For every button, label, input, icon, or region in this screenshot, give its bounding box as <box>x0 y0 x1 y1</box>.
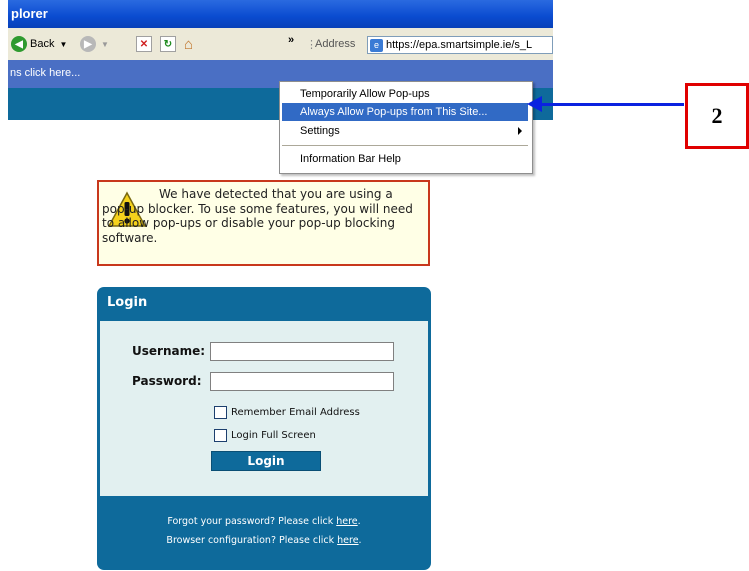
login-full-screen-label: Login Full Screen <box>231 430 316 441</box>
login-button[interactable]: Login <box>211 451 321 471</box>
window-title-bar: plorer <box>8 0 553 28</box>
back-arrow-icon: ◀ <box>11 36 27 52</box>
remember-email-label: Remember Email Address <box>231 407 360 418</box>
forgot-password-period: . <box>357 516 361 527</box>
browser-toolbar: ◀ Back ▼ ▶ ▼ ✕ ↻ ⌂ » ⋮ Address e https:/… <box>8 28 553 61</box>
home-button[interactable]: ⌂ <box>184 35 193 53</box>
menu-item-temporarily-allow[interactable]: Temporarily Allow Pop-ups <box>282 85 528 103</box>
menu-item-information-bar-help[interactable]: Information Bar Help <box>282 150 528 168</box>
address-value: https://epa.smartsimple.ie/s_L <box>386 39 533 51</box>
forgot-password-link[interactable]: here <box>336 516 357 527</box>
menu-item-settings-label: Settings <box>300 125 340 137</box>
forgot-password-line: Forgot your password? Please click here. <box>97 516 431 527</box>
browser-config-line: Browser configuration? Please click here… <box>97 535 431 546</box>
address-bar[interactable]: e https://epa.smartsimple.ie/s_L <box>367 36 553 54</box>
refresh-button[interactable]: ↻ <box>160 35 176 53</box>
stop-button[interactable]: ✕ <box>136 35 152 53</box>
username-label: Username: <box>132 344 206 358</box>
forward-arrow-icon: ▶ <box>80 36 96 52</box>
menu-item-always-allow[interactable]: Always Allow Pop-ups from This Site... <box>282 103 528 121</box>
forward-dropdown-icon[interactable]: ▼ <box>101 40 109 49</box>
password-label: Password: <box>132 374 202 388</box>
login-full-screen-checkbox[interactable] <box>214 429 227 442</box>
address-label: Address <box>315 38 356 50</box>
window-title: plorer <box>11 6 48 21</box>
stop-icon: ✕ <box>136 36 152 52</box>
warning-text: We have detected that you are using a po… <box>102 187 413 245</box>
annotation-step-number: 2 <box>685 83 749 149</box>
forward-button[interactable]: ▶ ▼ <box>80 35 109 53</box>
toolbar-overflow-chevron[interactable]: » <box>288 31 294 49</box>
login-title: Login <box>107 295 148 310</box>
page-icon: e <box>370 38 383 52</box>
forgot-password-text: Forgot your password? Please click <box>167 516 334 527</box>
back-button[interactable]: ◀ Back ▼ <box>11 35 67 53</box>
remember-email-checkbox[interactable] <box>214 406 227 419</box>
username-input[interactable] <box>210 342 394 361</box>
submenu-arrow-icon <box>518 127 522 135</box>
browser-config-link[interactable]: here <box>337 535 358 546</box>
information-bar-text: ns click here... <box>10 67 81 79</box>
login-form: Username: Password: Remember Email Addre… <box>100 321 428 496</box>
annotation-arrowhead-icon <box>527 96 542 112</box>
browser-config-period: . <box>358 535 362 546</box>
home-icon: ⌂ <box>184 35 194 53</box>
popup-blocker-menu: Temporarily Allow Pop-ups Always Allow P… <box>279 81 533 174</box>
menu-separator <box>282 145 528 146</box>
password-input[interactable] <box>210 372 394 391</box>
back-dropdown-icon[interactable]: ▼ <box>59 40 67 49</box>
browser-config-text: Browser configuration? Please click <box>166 535 335 546</box>
annotation-arrow-line <box>540 103 684 106</box>
menu-item-settings[interactable]: Settings <box>282 122 528 140</box>
popup-blocker-warning: We have detected that you are using a po… <box>97 180 430 266</box>
back-label: Back <box>30 38 55 50</box>
refresh-icon: ↻ <box>160 36 176 52</box>
login-panel: Login Username: Password: Remember Email… <box>97 287 431 570</box>
